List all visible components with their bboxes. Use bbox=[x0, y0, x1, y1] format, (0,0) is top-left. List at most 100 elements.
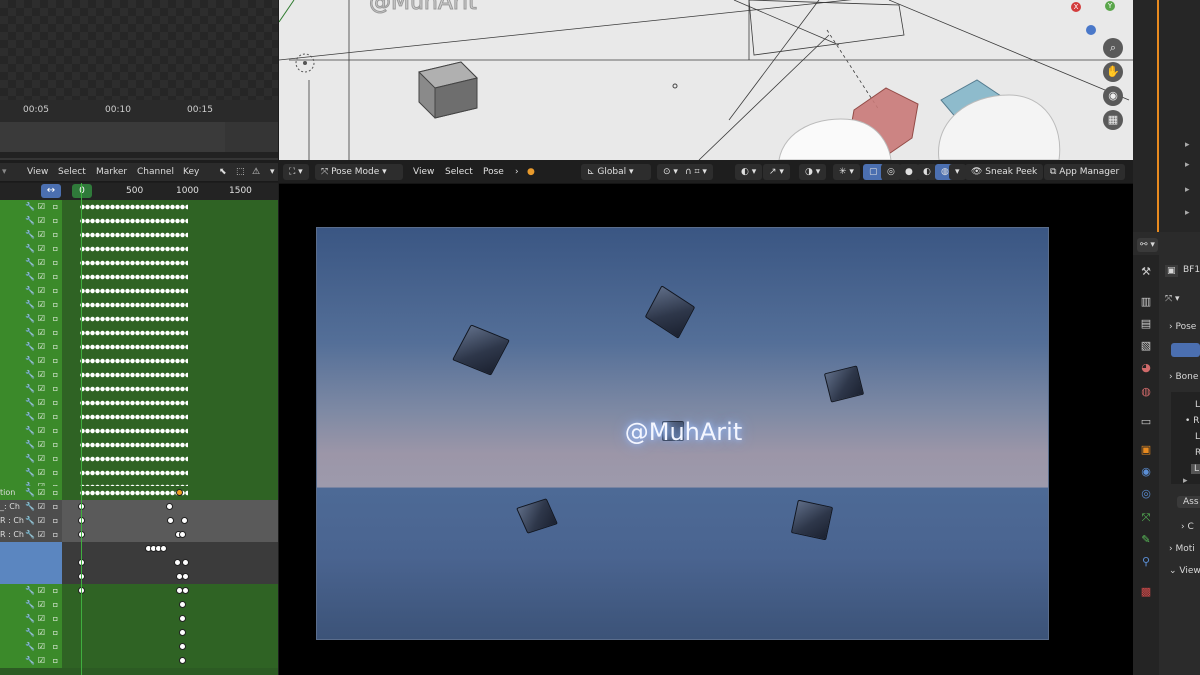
wrench-icon[interactable]: 🔧 bbox=[25, 426, 35, 435]
keyframes[interactable] bbox=[80, 343, 188, 351]
wrench-icon[interactable]: 🔧 bbox=[25, 656, 35, 665]
lock-icon[interactable]: ▫ bbox=[51, 454, 60, 463]
keyframes[interactable] bbox=[80, 231, 188, 239]
render-tab-icon[interactable]: ▥ bbox=[1139, 295, 1153, 309]
wrench-icon[interactable]: 🔧 bbox=[25, 440, 35, 449]
lock-icon[interactable]: ▫ bbox=[51, 300, 60, 309]
channel-row-r-ch[interactable]: R : Ch 🔧 ☑ ▫ bbox=[0, 514, 278, 528]
menu-channel[interactable]: Channel bbox=[137, 167, 174, 177]
shading-wireframe-icon[interactable]: ◎ bbox=[881, 164, 901, 180]
wrench-icon[interactable]: 🔧 bbox=[25, 370, 35, 379]
lock-icon[interactable]: ▫ bbox=[51, 398, 60, 407]
keyframe[interactable] bbox=[182, 573, 189, 580]
keyframes[interactable] bbox=[80, 385, 188, 393]
channel-row[interactable]: 🔧☑ ▫ bbox=[0, 654, 278, 668]
keyframes[interactable] bbox=[80, 301, 188, 309]
list-item-selected[interactable]: L bbox=[1191, 464, 1200, 474]
dope-sheet-ruler[interactable]: ↔ 0 500 1000 1500 bbox=[0, 183, 278, 200]
menu-select[interactable]: Select bbox=[58, 167, 86, 177]
lock-icon[interactable]: ▫ bbox=[51, 230, 60, 239]
keyframe[interactable] bbox=[179, 601, 186, 608]
wrench-icon[interactable]: 🔧 bbox=[25, 328, 35, 337]
checkbox-icon[interactable]: ☑ bbox=[37, 600, 46, 609]
cursor-tool-icon[interactable]: ⬉ bbox=[219, 167, 227, 177]
app-manager-button[interactable]: ⧉ App Manager bbox=[1044, 164, 1126, 180]
channel-row[interactable]: 🔧☑ ▫ bbox=[0, 626, 278, 640]
expand-arrow-icon[interactable]: ▸ bbox=[1185, 160, 1190, 170]
keyframe[interactable] bbox=[174, 559, 181, 566]
wrench-icon[interactable]: 🔧 bbox=[25, 384, 35, 393]
keyframes[interactable] bbox=[80, 399, 188, 407]
checkbox-icon[interactable]: ☑ bbox=[37, 440, 46, 449]
section-motion-toggle[interactable]: › Moti bbox=[1169, 544, 1195, 554]
wrench-icon[interactable]: 🔧 bbox=[25, 516, 35, 525]
lock-icon[interactable]: ▫ bbox=[51, 258, 60, 267]
checkbox-icon[interactable]: ☑ bbox=[37, 202, 46, 211]
keyframe[interactable] bbox=[182, 559, 189, 566]
list-item[interactable]: R bbox=[1195, 448, 1200, 458]
editor-type-dropdown[interactable]: ▾ bbox=[2, 167, 7, 177]
channel-row[interactable]: 🔧☑ ▫ bbox=[0, 368, 278, 382]
keyframe[interactable] bbox=[179, 657, 186, 664]
lock-icon[interactable]: ▫ bbox=[51, 628, 60, 637]
keyframes[interactable] bbox=[80, 245, 188, 253]
wrench-icon[interactable]: 🔧 bbox=[25, 342, 35, 351]
checkbox-icon[interactable]: ☑ bbox=[37, 314, 46, 323]
channel-row[interactable]: 🔧☑ ▫ bbox=[0, 200, 278, 214]
lock-icon[interactable]: ▫ bbox=[51, 468, 60, 477]
menu-key[interactable]: Key bbox=[183, 167, 199, 177]
checkbox-icon[interactable]: ☑ bbox=[37, 342, 46, 351]
checkbox-icon[interactable]: ☑ bbox=[37, 216, 46, 225]
checkbox-icon[interactable]: ☑ bbox=[37, 426, 46, 435]
x-axis-icon[interactable]: X bbox=[1071, 2, 1081, 12]
warning-icon[interactable]: ⚠ bbox=[252, 167, 260, 177]
keyframe[interactable] bbox=[179, 643, 186, 650]
expand-arrow-icon[interactable]: ▸ bbox=[1185, 140, 1190, 150]
channel-row[interactable]: 🔧☑ ▫ bbox=[0, 340, 278, 354]
shading-solid-icon[interactable]: ● bbox=[899, 164, 919, 180]
wrench-icon[interactable]: 🔧 bbox=[25, 398, 35, 407]
lock-icon[interactable]: ▫ bbox=[51, 502, 60, 511]
checkbox-icon[interactable]: ☑ bbox=[37, 300, 46, 309]
keyframe[interactable] bbox=[182, 587, 189, 594]
keyframe[interactable] bbox=[179, 615, 186, 622]
channel-row[interactable]: 🔧☑ ▫ bbox=[0, 284, 278, 298]
channel-row[interactable]: 🔧☑ ▫ bbox=[0, 410, 278, 424]
lock-icon[interactable]: ▫ bbox=[51, 314, 60, 323]
shading-options-icon[interactable]: ▾ bbox=[949, 164, 966, 180]
lock-icon[interactable]: ▫ bbox=[51, 516, 60, 525]
shading-material-icon[interactable]: ◐ bbox=[917, 164, 937, 180]
channel-row[interactable]: 🔧☑ ▫ bbox=[0, 326, 278, 340]
camera-view-icon[interactable]: ◉ bbox=[1103, 86, 1123, 106]
keyframes[interactable] bbox=[80, 489, 188, 497]
channel-row[interactable]: 🔧☑ ▫ bbox=[0, 612, 278, 626]
wrench-icon[interactable]: 🔧 bbox=[25, 628, 35, 637]
checkbox-icon[interactable]: ☑ bbox=[37, 328, 46, 337]
wrench-icon[interactable]: 🔧 bbox=[25, 244, 35, 253]
modifiers-tab-icon[interactable]: ◉ bbox=[1139, 465, 1153, 479]
lock-icon[interactable]: ▫ bbox=[51, 440, 60, 449]
keyframes[interactable] bbox=[80, 455, 188, 463]
lock-icon[interactable]: ▫ bbox=[51, 642, 60, 651]
time-ruler[interactable]: 00:05 00:10 00:15 bbox=[0, 100, 278, 122]
channel-row[interactable]: 🔧☑ ▫ bbox=[0, 452, 278, 466]
range-toggle-icon[interactable]: ↔ bbox=[41, 184, 61, 198]
lock-icon[interactable]: ▫ bbox=[51, 244, 60, 253]
channel-row-action[interactable]: tion 🔧 ☑ ▫ bbox=[0, 486, 278, 500]
gizmo-toggle-icon[interactable]: ↗ ▾ bbox=[763, 164, 790, 180]
lock-icon[interactable]: ▫ bbox=[51, 328, 60, 337]
menu-select[interactable]: Select bbox=[439, 164, 479, 180]
transform-orientation-dropdown[interactable]: ⊾ Global ▾ bbox=[581, 164, 651, 180]
channel-row-group[interactable] bbox=[0, 542, 278, 556]
section-viewport-toggle[interactable]: ⌄ View bbox=[1169, 566, 1200, 576]
filter-icon[interactable]: ▾ bbox=[270, 167, 275, 177]
checkbox-icon[interactable]: ☑ bbox=[37, 384, 46, 393]
expand-arrow-icon[interactable]: ▸ bbox=[1185, 208, 1190, 218]
pose-tab-icon[interactable]: ⤧ bbox=[1139, 511, 1153, 525]
keyframes[interactable] bbox=[80, 315, 188, 323]
keyframes[interactable] bbox=[80, 427, 188, 435]
channel-row[interactable]: 🔧☑ ▫ bbox=[0, 354, 278, 368]
checkbox-icon[interactable]: ☑ bbox=[37, 614, 46, 623]
wrench-icon[interactable]: 🔧 bbox=[25, 216, 35, 225]
y-axis-icon[interactable]: Y bbox=[1105, 1, 1115, 11]
